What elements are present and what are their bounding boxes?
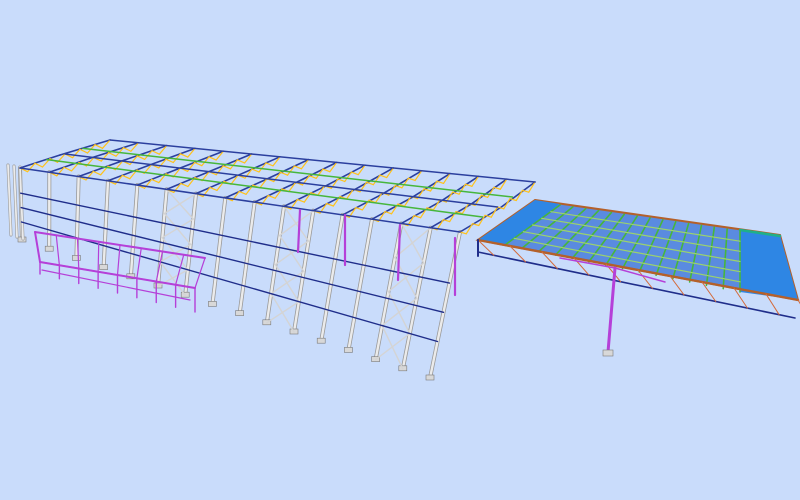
column-base-plate bbox=[344, 347, 353, 353]
structure-3d-render bbox=[0, 0, 800, 500]
column-base-plate bbox=[316, 337, 326, 344]
canopy-base-plate bbox=[602, 349, 614, 357]
model-viewport[interactable] bbox=[0, 0, 800, 500]
column-base-plate bbox=[99, 264, 108, 270]
column-base-plate bbox=[208, 301, 217, 307]
column-base-plate bbox=[72, 255, 81, 261]
column-base-plate bbox=[235, 310, 244, 316]
platform-joist bbox=[97, 241, 100, 273]
column-base-plate bbox=[425, 374, 435, 381]
column-base-plate bbox=[44, 245, 54, 252]
